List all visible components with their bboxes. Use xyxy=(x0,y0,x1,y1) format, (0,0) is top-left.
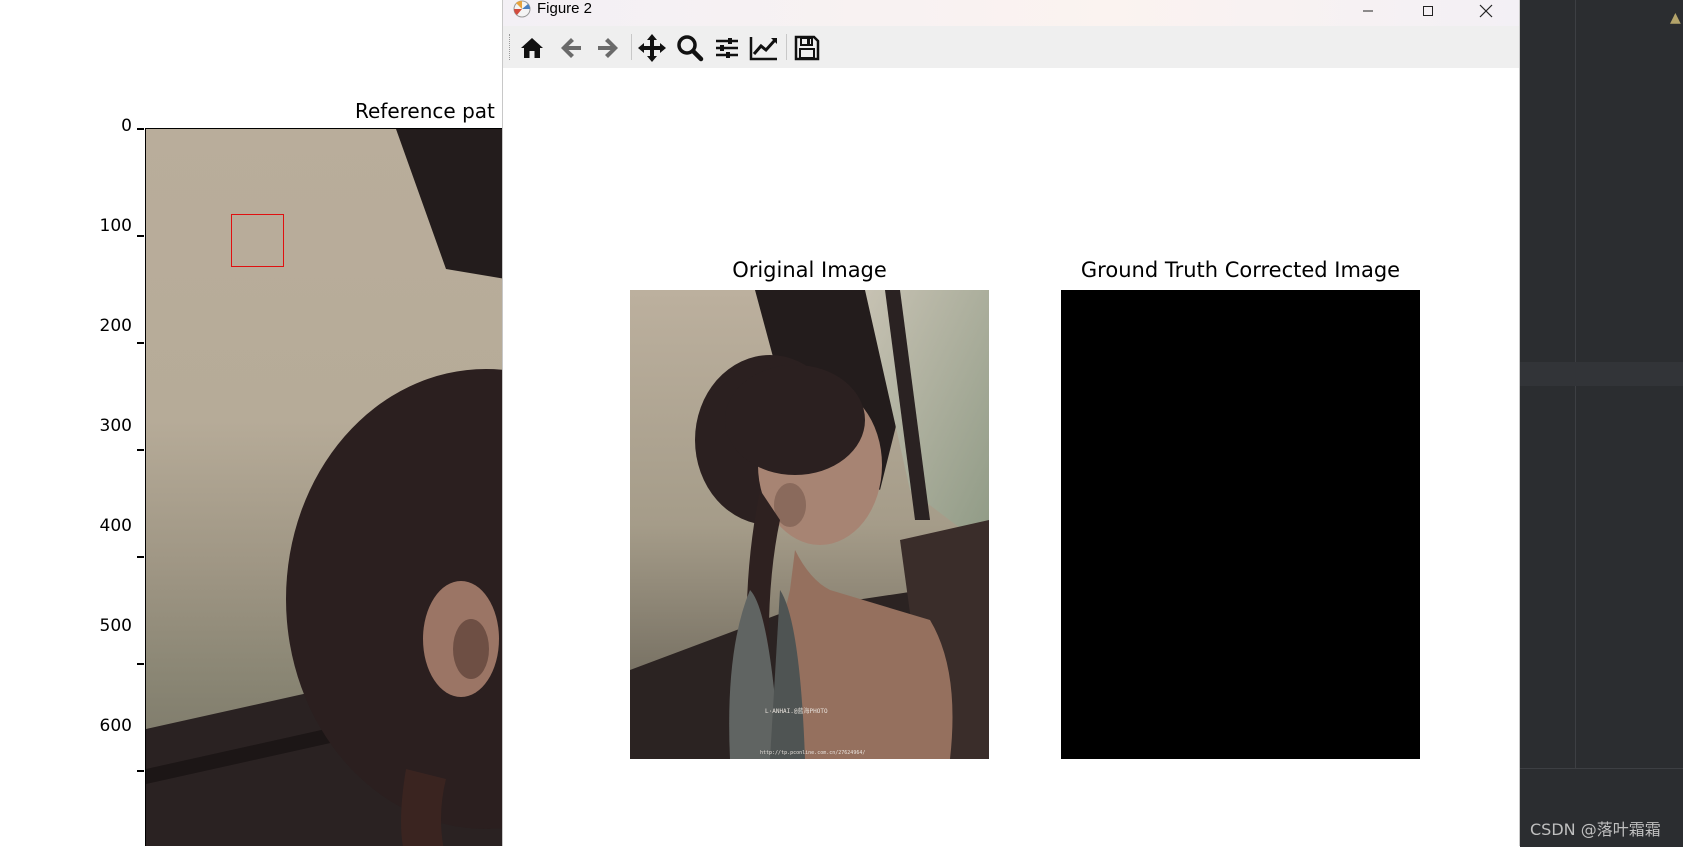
save-icon xyxy=(794,35,820,61)
home-icon xyxy=(521,38,543,58)
zoom-button[interactable] xyxy=(675,33,705,63)
y-tick-label: 500 xyxy=(99,616,132,636)
toolbar-separator xyxy=(631,34,632,60)
original-image-title: Original Image xyxy=(732,258,887,282)
y-tick-mark xyxy=(137,128,144,130)
home-button[interactable] xyxy=(517,33,547,63)
reference-image-axes xyxy=(145,128,502,846)
toolbar-grip[interactable] xyxy=(509,34,512,60)
background-figure-title: Reference pat xyxy=(355,99,495,123)
navigation-toolbar xyxy=(503,26,1519,69)
maximize-icon xyxy=(1423,6,1433,16)
edit-axis-icon xyxy=(749,37,777,61)
csdn-watermark: CSDN @落叶霜霜 xyxy=(1530,820,1661,839)
subplots-button[interactable] xyxy=(712,33,742,63)
reference-patch-box xyxy=(231,214,284,267)
matplotlib-app-icon xyxy=(513,0,531,18)
y-tick-mark xyxy=(137,235,144,237)
maximize-button[interactable] xyxy=(1403,0,1453,22)
y-tick-mark xyxy=(137,556,144,558)
pan-button[interactable] xyxy=(637,33,667,63)
ide-panel: ▲ xyxy=(1520,0,1683,847)
figure-window: Figure 2 Original Image Ground Truth Cor… xyxy=(502,0,1520,846)
pan-icon xyxy=(638,34,666,62)
toolbar-separator xyxy=(786,34,787,60)
back-arrow-icon xyxy=(561,38,581,58)
ground-truth-image-title: Ground Truth Corrected Image xyxy=(1080,258,1401,282)
y-tick-mark xyxy=(137,770,144,772)
photo-brand-watermark: L·ANHAI.@蓝海PHOTO xyxy=(765,708,828,715)
subplots-icon xyxy=(716,38,738,58)
y-tick-mark xyxy=(137,449,144,451)
y-tick-mark xyxy=(137,663,144,665)
back-button[interactable] xyxy=(556,33,586,63)
minimize-icon xyxy=(1363,10,1373,12)
forward-button[interactable] xyxy=(593,33,623,63)
figure-canvas[interactable]: Original Image Ground Truth Corrected Im… xyxy=(503,68,1519,846)
photo-url-watermark: http://tp.pconline.com.cn/27624964/ xyxy=(760,750,866,756)
background-figure: Reference pat 0 100 200 300 400 500 600 xyxy=(0,0,502,846)
minimize-button[interactable] xyxy=(1343,0,1393,22)
y-tick-label: 600 xyxy=(99,716,132,736)
close-button[interactable] xyxy=(1461,0,1511,22)
forward-arrow-icon xyxy=(598,38,618,58)
y-tick-label: 400 xyxy=(99,516,132,536)
original-image: L·ANHAI.@蓝海PHOTO http://tp.pconline.com.… xyxy=(630,290,989,759)
reference-photo-shapes xyxy=(146,129,502,846)
y-tick-label: 0 xyxy=(121,116,132,136)
window-titlebar[interactable]: Figure 2 xyxy=(503,0,1519,26)
original-photo xyxy=(630,290,989,759)
ide-highlight-row xyxy=(1520,362,1683,386)
window-title: Figure 2 xyxy=(537,0,593,17)
ground-truth-image xyxy=(1061,290,1420,759)
edit-axis-button[interactable] xyxy=(749,33,779,63)
y-tick-mark xyxy=(137,342,144,344)
warning-icon[interactable]: ▲ xyxy=(1670,10,1681,26)
y-tick-label: 100 xyxy=(99,216,132,236)
y-tick-label: 200 xyxy=(99,316,132,336)
close-icon xyxy=(1479,4,1493,18)
save-button[interactable] xyxy=(792,33,822,63)
y-tick-label: 300 xyxy=(99,416,132,436)
zoom-icon xyxy=(677,35,704,62)
